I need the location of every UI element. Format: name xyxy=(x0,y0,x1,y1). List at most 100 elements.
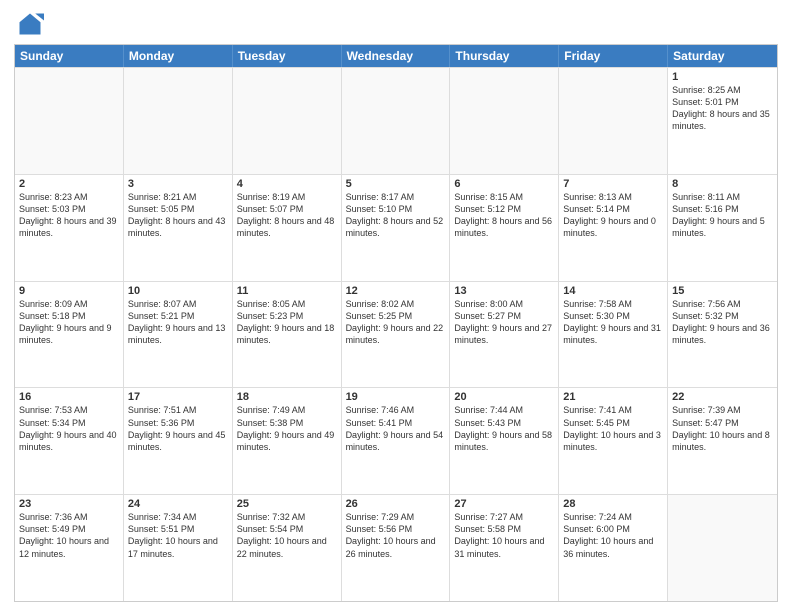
cell-info: Sunrise: 8:19 AM Sunset: 5:07 PM Dayligh… xyxy=(237,191,337,240)
cal-cell: 8Sunrise: 8:11 AM Sunset: 5:16 PM Daylig… xyxy=(668,175,777,281)
day-number: 3 xyxy=(128,178,228,190)
cell-info: Sunrise: 7:36 AM Sunset: 5:49 PM Dayligh… xyxy=(19,511,119,560)
day-number: 5 xyxy=(346,178,446,190)
day-number: 19 xyxy=(346,391,446,403)
day-number: 25 xyxy=(237,498,337,510)
cal-cell: 14Sunrise: 7:58 AM Sunset: 5:30 PM Dayli… xyxy=(559,282,668,388)
cal-cell xyxy=(559,68,668,174)
cal-cell: 21Sunrise: 7:41 AM Sunset: 5:45 PM Dayli… xyxy=(559,388,668,494)
cal-cell: 27Sunrise: 7:27 AM Sunset: 5:58 PM Dayli… xyxy=(450,495,559,601)
day-number: 15 xyxy=(672,285,773,297)
day-number: 28 xyxy=(563,498,663,510)
calendar-header-row: SundayMondayTuesdayWednesdayThursdayFrid… xyxy=(15,45,777,67)
cal-cell: 18Sunrise: 7:49 AM Sunset: 5:38 PM Dayli… xyxy=(233,388,342,494)
day-number: 14 xyxy=(563,285,663,297)
cal-cell: 13Sunrise: 8:00 AM Sunset: 5:27 PM Dayli… xyxy=(450,282,559,388)
day-number: 21 xyxy=(563,391,663,403)
cell-info: Sunrise: 8:05 AM Sunset: 5:23 PM Dayligh… xyxy=(237,298,337,347)
cell-info: Sunrise: 7:49 AM Sunset: 5:38 PM Dayligh… xyxy=(237,404,337,453)
col-header-saturday: Saturday xyxy=(668,45,777,67)
week-row-1: 2Sunrise: 8:23 AM Sunset: 5:03 PM Daylig… xyxy=(15,174,777,281)
cell-info: Sunrise: 7:24 AM Sunset: 6:00 PM Dayligh… xyxy=(563,511,663,560)
cell-info: Sunrise: 7:39 AM Sunset: 5:47 PM Dayligh… xyxy=(672,404,773,453)
day-number: 12 xyxy=(346,285,446,297)
cal-cell: 12Sunrise: 8:02 AM Sunset: 5:25 PM Dayli… xyxy=(342,282,451,388)
cell-info: Sunrise: 8:09 AM Sunset: 5:18 PM Dayligh… xyxy=(19,298,119,347)
day-number: 2 xyxy=(19,178,119,190)
cal-cell: 11Sunrise: 8:05 AM Sunset: 5:23 PM Dayli… xyxy=(233,282,342,388)
header xyxy=(14,10,778,38)
col-header-wednesday: Wednesday xyxy=(342,45,451,67)
day-number: 26 xyxy=(346,498,446,510)
week-row-3: 16Sunrise: 7:53 AM Sunset: 5:34 PM Dayli… xyxy=(15,387,777,494)
cal-cell: 6Sunrise: 8:15 AM Sunset: 5:12 PM Daylig… xyxy=(450,175,559,281)
cal-cell: 10Sunrise: 8:07 AM Sunset: 5:21 PM Dayli… xyxy=(124,282,233,388)
cal-cell: 1Sunrise: 8:25 AM Sunset: 5:01 PM Daylig… xyxy=(668,68,777,174)
cal-cell: 9Sunrise: 8:09 AM Sunset: 5:18 PM Daylig… xyxy=(15,282,124,388)
week-row-2: 9Sunrise: 8:09 AM Sunset: 5:18 PM Daylig… xyxy=(15,281,777,388)
cell-info: Sunrise: 8:11 AM Sunset: 5:16 PM Dayligh… xyxy=(672,191,773,240)
cal-cell: 23Sunrise: 7:36 AM Sunset: 5:49 PM Dayli… xyxy=(15,495,124,601)
cell-info: Sunrise: 7:34 AM Sunset: 5:51 PM Dayligh… xyxy=(128,511,228,560)
calendar: SundayMondayTuesdayWednesdayThursdayFrid… xyxy=(14,44,778,602)
col-header-tuesday: Tuesday xyxy=(233,45,342,67)
cal-cell: 20Sunrise: 7:44 AM Sunset: 5:43 PM Dayli… xyxy=(450,388,559,494)
cal-cell: 5Sunrise: 8:17 AM Sunset: 5:10 PM Daylig… xyxy=(342,175,451,281)
col-header-friday: Friday xyxy=(559,45,668,67)
logo xyxy=(14,10,44,38)
cal-cell: 2Sunrise: 8:23 AM Sunset: 5:03 PM Daylig… xyxy=(15,175,124,281)
app-container: SundayMondayTuesdayWednesdayThursdayFrid… xyxy=(0,0,792,612)
cal-cell xyxy=(233,68,342,174)
day-number: 27 xyxy=(454,498,554,510)
day-number: 11 xyxy=(237,285,337,297)
cell-info: Sunrise: 7:46 AM Sunset: 5:41 PM Dayligh… xyxy=(346,404,446,453)
cal-cell: 22Sunrise: 7:39 AM Sunset: 5:47 PM Dayli… xyxy=(668,388,777,494)
cal-cell: 15Sunrise: 7:56 AM Sunset: 5:32 PM Dayli… xyxy=(668,282,777,388)
day-number: 1 xyxy=(672,71,773,83)
cell-info: Sunrise: 7:44 AM Sunset: 5:43 PM Dayligh… xyxy=(454,404,554,453)
day-number: 22 xyxy=(672,391,773,403)
cal-cell: 7Sunrise: 8:13 AM Sunset: 5:14 PM Daylig… xyxy=(559,175,668,281)
cell-info: Sunrise: 8:25 AM Sunset: 5:01 PM Dayligh… xyxy=(672,84,773,133)
cal-cell: 3Sunrise: 8:21 AM Sunset: 5:05 PM Daylig… xyxy=(124,175,233,281)
day-number: 13 xyxy=(454,285,554,297)
cell-info: Sunrise: 7:58 AM Sunset: 5:30 PM Dayligh… xyxy=(563,298,663,347)
day-number: 4 xyxy=(237,178,337,190)
day-number: 24 xyxy=(128,498,228,510)
day-number: 9 xyxy=(19,285,119,297)
cell-info: Sunrise: 7:56 AM Sunset: 5:32 PM Dayligh… xyxy=(672,298,773,347)
col-header-sunday: Sunday xyxy=(15,45,124,67)
cal-cell xyxy=(15,68,124,174)
cell-info: Sunrise: 8:07 AM Sunset: 5:21 PM Dayligh… xyxy=(128,298,228,347)
day-number: 23 xyxy=(19,498,119,510)
cell-info: Sunrise: 8:15 AM Sunset: 5:12 PM Dayligh… xyxy=(454,191,554,240)
day-number: 8 xyxy=(672,178,773,190)
cell-info: Sunrise: 7:27 AM Sunset: 5:58 PM Dayligh… xyxy=(454,511,554,560)
col-header-thursday: Thursday xyxy=(450,45,559,67)
cell-info: Sunrise: 7:53 AM Sunset: 5:34 PM Dayligh… xyxy=(19,404,119,453)
cal-cell: 26Sunrise: 7:29 AM Sunset: 5:56 PM Dayli… xyxy=(342,495,451,601)
calendar-body: 1Sunrise: 8:25 AM Sunset: 5:01 PM Daylig… xyxy=(15,67,777,601)
week-row-4: 23Sunrise: 7:36 AM Sunset: 5:49 PM Dayli… xyxy=(15,494,777,601)
cal-cell xyxy=(668,495,777,601)
cell-info: Sunrise: 8:17 AM Sunset: 5:10 PM Dayligh… xyxy=(346,191,446,240)
cal-cell: 16Sunrise: 7:53 AM Sunset: 5:34 PM Dayli… xyxy=(15,388,124,494)
cal-cell: 25Sunrise: 7:32 AM Sunset: 5:54 PM Dayli… xyxy=(233,495,342,601)
cal-cell: 19Sunrise: 7:46 AM Sunset: 5:41 PM Dayli… xyxy=(342,388,451,494)
cell-info: Sunrise: 8:00 AM Sunset: 5:27 PM Dayligh… xyxy=(454,298,554,347)
cal-cell xyxy=(342,68,451,174)
day-number: 6 xyxy=(454,178,554,190)
cell-info: Sunrise: 8:23 AM Sunset: 5:03 PM Dayligh… xyxy=(19,191,119,240)
cal-cell: 17Sunrise: 7:51 AM Sunset: 5:36 PM Dayli… xyxy=(124,388,233,494)
cell-info: Sunrise: 7:51 AM Sunset: 5:36 PM Dayligh… xyxy=(128,404,228,453)
col-header-monday: Monday xyxy=(124,45,233,67)
day-number: 20 xyxy=(454,391,554,403)
cell-info: Sunrise: 7:29 AM Sunset: 5:56 PM Dayligh… xyxy=(346,511,446,560)
cell-info: Sunrise: 8:13 AM Sunset: 5:14 PM Dayligh… xyxy=(563,191,663,240)
cal-cell: 4Sunrise: 8:19 AM Sunset: 5:07 PM Daylig… xyxy=(233,175,342,281)
cal-cell xyxy=(124,68,233,174)
day-number: 16 xyxy=(19,391,119,403)
cell-info: Sunrise: 8:02 AM Sunset: 5:25 PM Dayligh… xyxy=(346,298,446,347)
cal-cell xyxy=(450,68,559,174)
day-number: 17 xyxy=(128,391,228,403)
